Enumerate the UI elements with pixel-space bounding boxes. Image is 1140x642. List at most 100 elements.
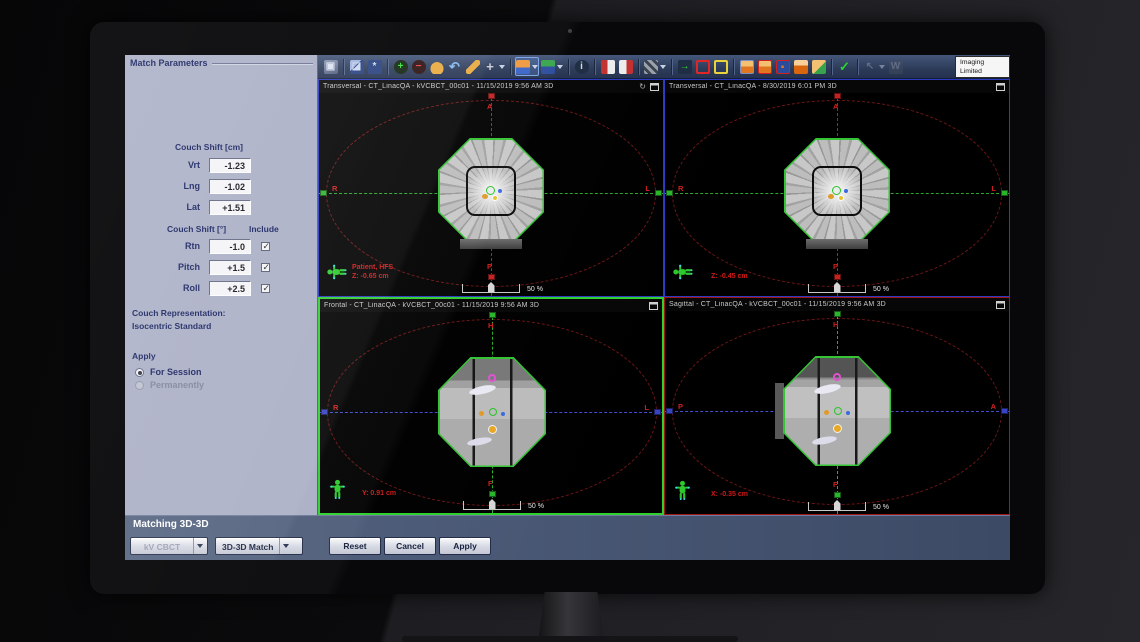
maximize-icon[interactable] <box>650 83 659 91</box>
slider-thumb[interactable] <box>834 500 841 510</box>
viewport-canvas[interactable]: H F R L <box>320 312 662 513</box>
slice-slider[interactable] <box>463 501 521 510</box>
desktop-background: Match Parameters Couch Shift [cm] Vrt -1… <box>0 0 1140 642</box>
axis-marker-top[interactable] <box>489 312 496 318</box>
viewport-canvas[interactable]: A P R L <box>319 93 663 296</box>
slider-thumb[interactable] <box>834 282 841 292</box>
viewport-header[interactable]: Frontal - CT_LinacQA - kVCBCT_00c01 - 11… <box>320 299 662 312</box>
reset-button[interactable]: Reset <box>329 537 381 555</box>
blend-checker-icon[interactable] <box>643 57 667 76</box>
save-icon[interactable]: ▣ <box>322 57 339 76</box>
display-layers-icon[interactable] <box>540 57 564 76</box>
lat-label: Lat <box>130 202 200 212</box>
split-view-icon[interactable]: → <box>676 57 693 76</box>
orientation-label-bottom: P <box>487 262 492 271</box>
measure-ruler-icon[interactable] <box>464 57 481 76</box>
marker-magenta <box>833 373 841 381</box>
slider-thumb[interactable] <box>489 499 496 509</box>
axis-marker-bottom[interactable] <box>489 491 496 497</box>
roi-polygon-icon[interactable] <box>712 57 729 76</box>
pitch-include-checkbox[interactable] <box>261 263 270 272</box>
rtn-include-checkbox[interactable] <box>261 242 270 251</box>
maximize-icon[interactable] <box>649 302 658 310</box>
permanently-radio[interactable] <box>135 381 144 390</box>
roi-rectangle-icon[interactable] <box>694 57 711 76</box>
vrt-value-field[interactable]: -1.23 <box>209 158 251 173</box>
axis-marker-left[interactable] <box>666 190 673 196</box>
slice-slider[interactable] <box>808 284 866 293</box>
chevron-down-icon[interactable] <box>279 538 292 554</box>
axis-marker-bottom[interactable] <box>488 274 495 280</box>
image-settings-icon[interactable]: * <box>366 57 383 76</box>
viewport-canvas[interactable]: H F P A <box>665 311 1009 514</box>
image-contrast-icon[interactable]: ◪ <box>348 57 365 76</box>
badge-line2: Limited <box>960 68 1009 77</box>
chevron-down-icon[interactable] <box>193 538 206 554</box>
zoom-percent: 50 % <box>527 286 543 293</box>
axis-marker-right[interactable] <box>1001 408 1008 414</box>
lat-value-field[interactable]: +1.51 <box>209 200 251 215</box>
modality-select[interactable]: kV CBCT <box>130 537 208 555</box>
axis-marker-top[interactable] <box>834 311 841 317</box>
marker-orange <box>828 194 834 199</box>
undo-icon[interactable]: ↶ <box>446 57 463 76</box>
roll-value-field[interactable]: +2.5 <box>209 281 251 296</box>
viewport-transversal-reference: Transversal - CT_LinacQA - 8/30/2019 6:0… <box>664 79 1010 297</box>
viewport-header[interactable]: Transversal - CT_LinacQA - kVCBCT_00c01 … <box>319 80 663 93</box>
lng-value-field[interactable]: -1.02 <box>209 179 251 194</box>
info-icon[interactable]: i <box>573 57 590 76</box>
pitch-value-field[interactable]: +1.5 <box>209 260 251 275</box>
axis-marker-right[interactable] <box>1001 190 1008 196</box>
permanently-label: Permanently <box>150 380 204 390</box>
marker-yellow <box>492 195 498 201</box>
axis-marker-left[interactable] <box>666 408 673 414</box>
viewport-canvas[interactable]: A P R L <box>665 93 1009 296</box>
move-crosshair-icon[interactable]: + <box>482 57 506 76</box>
layout-single-icon[interactable] <box>738 57 755 76</box>
axis-marker-right[interactable] <box>655 190 662 196</box>
rtn-value-field[interactable]: -1.0 <box>209 239 251 254</box>
layout-wide-icon[interactable] <box>792 57 809 76</box>
axis-marker-left[interactable] <box>321 409 328 415</box>
isocenter-marker <box>489 408 497 416</box>
monitor-base <box>402 636 738 642</box>
marker-yellow <box>838 195 844 201</box>
roll-include-checkbox[interactable] <box>261 284 270 293</box>
slice-slider[interactable] <box>808 502 866 511</box>
axis-marker-top[interactable] <box>488 93 495 99</box>
waveform-icon[interactable]: W <box>887 57 904 76</box>
reload-icon[interactable]: ↻ <box>639 83 646 91</box>
orientation-label-left: R <box>333 403 338 412</box>
viewport-header[interactable]: Transversal - CT_LinacQA - 8/30/2019 6:0… <box>665 80 1009 93</box>
apply-button[interactable]: Apply <box>439 537 491 555</box>
view-annotations: Patient, HFS Z: -0.65 cm <box>352 263 393 281</box>
match-mode-select[interactable]: 3D-3D Match <box>215 537 303 555</box>
pointer-icon[interactable]: ↖ <box>862 57 886 76</box>
report-lab-icon[interactable] <box>617 57 634 76</box>
orientation-label-bottom: F <box>488 479 493 488</box>
for-session-radio[interactable] <box>135 368 144 377</box>
layout-compare-icon[interactable] <box>810 57 827 76</box>
axis-marker-right[interactable] <box>654 409 661 415</box>
windowing-icon[interactable] <box>515 57 539 76</box>
viewport-header[interactable]: Sagittal - CT_LinacQA - kVCBCT_00c01 - 1… <box>665 298 1009 311</box>
pan-hand-icon[interactable] <box>428 57 445 76</box>
layout-stack-icon[interactable] <box>756 57 773 76</box>
zoom-in-icon[interactable]: + <box>392 57 409 76</box>
marker-orange-ring <box>488 425 497 434</box>
couch-bar <box>806 239 868 249</box>
accept-icon[interactable]: ✓ <box>836 57 853 76</box>
zoom-out-icon[interactable]: − <box>410 57 427 76</box>
axis-marker-top[interactable] <box>834 93 841 99</box>
axis-marker-bottom[interactable] <box>834 492 841 498</box>
orientation-label-left: R <box>332 184 337 193</box>
maximize-icon[interactable] <box>996 83 1005 91</box>
axis-marker-bottom[interactable] <box>834 274 841 280</box>
axis-marker-left[interactable] <box>320 190 327 196</box>
maximize-icon[interactable] <box>996 301 1005 309</box>
cancel-button[interactable]: Cancel <box>384 537 436 555</box>
layout-inset-icon[interactable]: ▪ <box>774 57 791 76</box>
slice-slider[interactable] <box>462 284 520 293</box>
report-images-icon[interactable] <box>599 57 616 76</box>
slider-thumb[interactable] <box>488 282 495 292</box>
